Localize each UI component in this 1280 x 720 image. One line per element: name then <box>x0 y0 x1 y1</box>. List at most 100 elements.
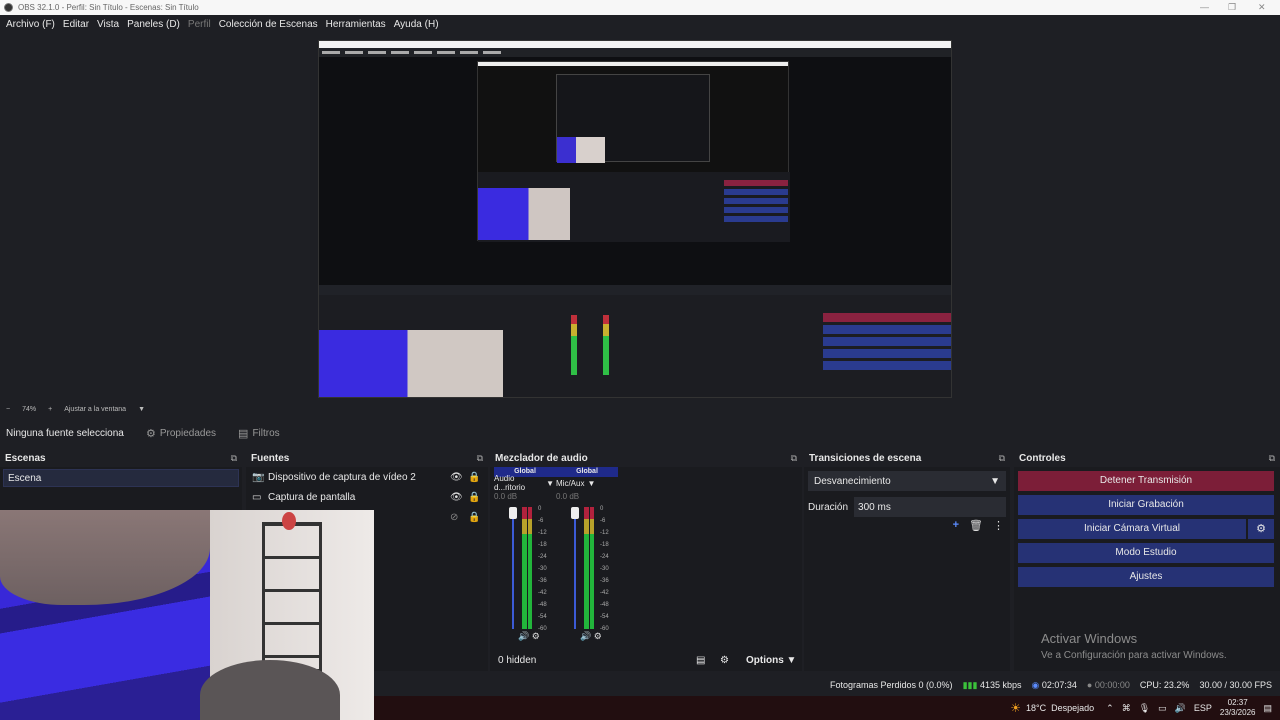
gear-icon[interactable]: ⚙ <box>1248 519 1274 539</box>
zoom-in-button[interactable]: + <box>48 406 52 413</box>
title-bar: OBS 32.1.0 - Perfil: Sin Título - Escena… <box>0 0 1280 15</box>
webcam-shelf <box>262 522 322 672</box>
menu-coleccion-escenas[interactable]: Colección de Escenas <box>219 19 318 30</box>
source-item-screen-capture[interactable]: ▭ Captura de pantalla 👁 🔒 <box>246 487 488 507</box>
sources-title: Fuentes <box>251 452 290 464</box>
weather-widget[interactable]: ☀ 18°C Despejado <box>1010 701 1094 715</box>
taskbar: ☀ 18°C Despejado ⌃ ⌘ 🎙 ▭ 🔊 ESP 02:37 23/… <box>374 696 1280 720</box>
channel-name-select[interactable]: Mic/Aux ▼ <box>556 477 616 489</box>
stream-time: ◉ 02:07:34 <box>1031 679 1077 690</box>
speaker-icon[interactable]: 🔊 <box>580 631 591 641</box>
layout-icon[interactable]: ▤ <box>696 655 705 666</box>
hidden-count: 0 hidden <box>498 654 537 666</box>
studio-mode-button[interactable]: Modo Estudio <box>1018 543 1274 563</box>
volume-meter <box>584 507 594 629</box>
clock-time: 02:37 <box>1227 698 1248 707</box>
obs-logo-icon <box>4 3 13 12</box>
settings-button[interactable]: Ajustes <box>1018 567 1274 587</box>
speaker-icon[interactable]: 🔊 <box>518 631 529 641</box>
mic-icon[interactable]: 🎙 <box>1139 703 1150 714</box>
volume-slider[interactable] <box>574 509 576 629</box>
mixer-channel-desktop: Audio d...ritorio ▼ 0.0 dB 0 -6 -12 -18 -24 -3… <box>494 474 554 649</box>
undock-icon[interactable]: ⧉ <box>1269 453 1275 464</box>
undock-icon[interactable]: ⧉ <box>477 453 483 464</box>
transitions-title: Transiciones de escena <box>809 452 922 464</box>
scene-item[interactable]: Escena <box>3 469 239 487</box>
activation-watermark: Activar Windows Ve a Configuración para … <box>1041 631 1227 661</box>
weather-icon: ☀ <box>1010 701 1022 715</box>
audio-mixer-dock: Mezclador de audio ⧉ Global Global Audio… <box>490 449 802 671</box>
menu-ayuda[interactable]: Ayuda (H) <box>394 19 439 30</box>
nested-menu-bar <box>319 48 951 57</box>
eye-icon[interactable]: 👁 <box>450 492 463 503</box>
nested-docks <box>478 172 790 242</box>
preview-area[interactable] <box>0 33 1280 403</box>
clock[interactable]: 02:37 23/3/2026 <box>1220 698 1256 718</box>
maximize-icon[interactable]: ❐ <box>1228 2 1236 13</box>
nested-controls <box>823 313 951 373</box>
source-toolbar: Ninguna fuente seleccionada ⚙ Propiedade… <box>0 421 1280 445</box>
meter-scale: 0 -6 -12 -18 -24 -30 -36 -42 -48 -54 -60 <box>538 506 547 632</box>
record-icon: ● <box>1086 680 1093 690</box>
lock-icon[interactable]: 🔒 <box>468 472 480 483</box>
volume-slider-handle[interactable] <box>509 507 517 519</box>
advanced-audio-icon[interactable]: ⚙ <box>720 655 729 666</box>
start-virtual-cam-button[interactable]: Iniciar Cámara Virtual <box>1018 519 1246 539</box>
trash-icon[interactable]: 🗑 <box>969 519 983 532</box>
stop-stream-button[interactable]: Detener Transmisión <box>1018 471 1274 491</box>
undock-icon[interactable]: ⧉ <box>999 453 1005 464</box>
preview-canvas[interactable] <box>318 40 952 398</box>
filters-button[interactable]: ▤ Filtros <box>238 427 280 440</box>
properties-button[interactable]: ⚙ Propiedades <box>146 427 216 440</box>
menu-paneles[interactable]: Paneles (D) <box>127 19 180 30</box>
minimize-icon[interactable]: — <box>1200 2 1209 12</box>
undock-icon[interactable]: ⧉ <box>791 453 797 464</box>
channel-settings-icon[interactable]: ⚙ <box>594 631 602 641</box>
fps-indicator: 30.00 / 30.00 FPS <box>1199 680 1272 690</box>
close-icon[interactable]: ✕ <box>1258 2 1266 13</box>
signal-icon: ▮▮▮ <box>962 679 978 690</box>
rec-time: ● 00:00:00 <box>1086 680 1130 690</box>
lock-icon[interactable]: 🔒 <box>468 512 480 523</box>
chevron-up-icon[interactable]: ⌃ <box>1106 703 1114 714</box>
menu-perfil[interactable]: Perfil <box>188 19 211 30</box>
volume-slider-handle[interactable] <box>571 507 579 519</box>
menu-herramientas[interactable]: Herramientas <box>326 19 386 30</box>
nested-audio-meters <box>571 315 611 375</box>
display-icon[interactable]: ▭ <box>1158 703 1167 714</box>
eye-icon[interactable]: 👁 <box>450 472 463 483</box>
bitrate-indicator: ▮▮▮ 4135 kbps <box>962 679 1022 690</box>
undock-icon[interactable]: ⧉ <box>231 453 237 464</box>
volume-slider[interactable] <box>512 509 514 629</box>
channel-settings-icon[interactable]: ⚙ <box>532 631 540 641</box>
more-icon[interactable]: ⋮ <box>993 519 1004 532</box>
menu-vista[interactable]: Vista <box>97 19 119 30</box>
channel-db: 0.0 dB <box>494 492 518 501</box>
fit-window-select[interactable]: Ajustar a la ventana <box>64 406 126 413</box>
menu-editar[interactable]: Editar <box>63 19 89 30</box>
volume-icon[interactable]: 🔊 <box>1175 703 1186 714</box>
mixer-footer: 0 hidden ▤ ⚙ Options ▼ <box>490 649 802 671</box>
channel-name-select[interactable]: Audio d...ritorio ▼ <box>494 474 554 492</box>
filter-icon: ▤ <box>238 427 249 440</box>
start-recording-button[interactable]: Iniciar Grabación <box>1018 495 1274 515</box>
duration-input[interactable]: 300 ms <box>854 497 1006 517</box>
network-icon[interactable]: ⌘ <box>1122 703 1131 714</box>
monitor-icon: ▭ <box>252 491 262 503</box>
notification-icon[interactable]: ▤ <box>1263 703 1272 714</box>
lock-icon[interactable]: 🔒 <box>468 492 480 503</box>
options-button[interactable]: Options ▼ <box>746 655 796 666</box>
chevron-down-icon[interactable]: ▼ <box>138 406 145 413</box>
language-indicator[interactable]: ESP <box>1194 703 1212 713</box>
chevron-down-icon: ▼ <box>587 478 596 488</box>
source-item-video-capture[interactable]: 📷 Dispositivo de captura de vídeo 2 👁 🔒 <box>246 467 488 487</box>
add-icon[interactable]: + <box>953 519 959 532</box>
nested-preview <box>477 61 790 242</box>
zoom-level: 74% <box>22 405 37 413</box>
menu-archivo[interactable]: Archivo (F) <box>6 19 55 30</box>
global-badge: Global <box>556 467 618 477</box>
zoom-out-button[interactable]: − <box>6 406 10 413</box>
transition-select[interactable]: Desvanecimiento ▼ <box>808 471 1006 491</box>
chevron-down-icon: ▼ <box>546 478 554 488</box>
eye-hidden-icon[interactable]: ⊘ <box>450 512 458 523</box>
